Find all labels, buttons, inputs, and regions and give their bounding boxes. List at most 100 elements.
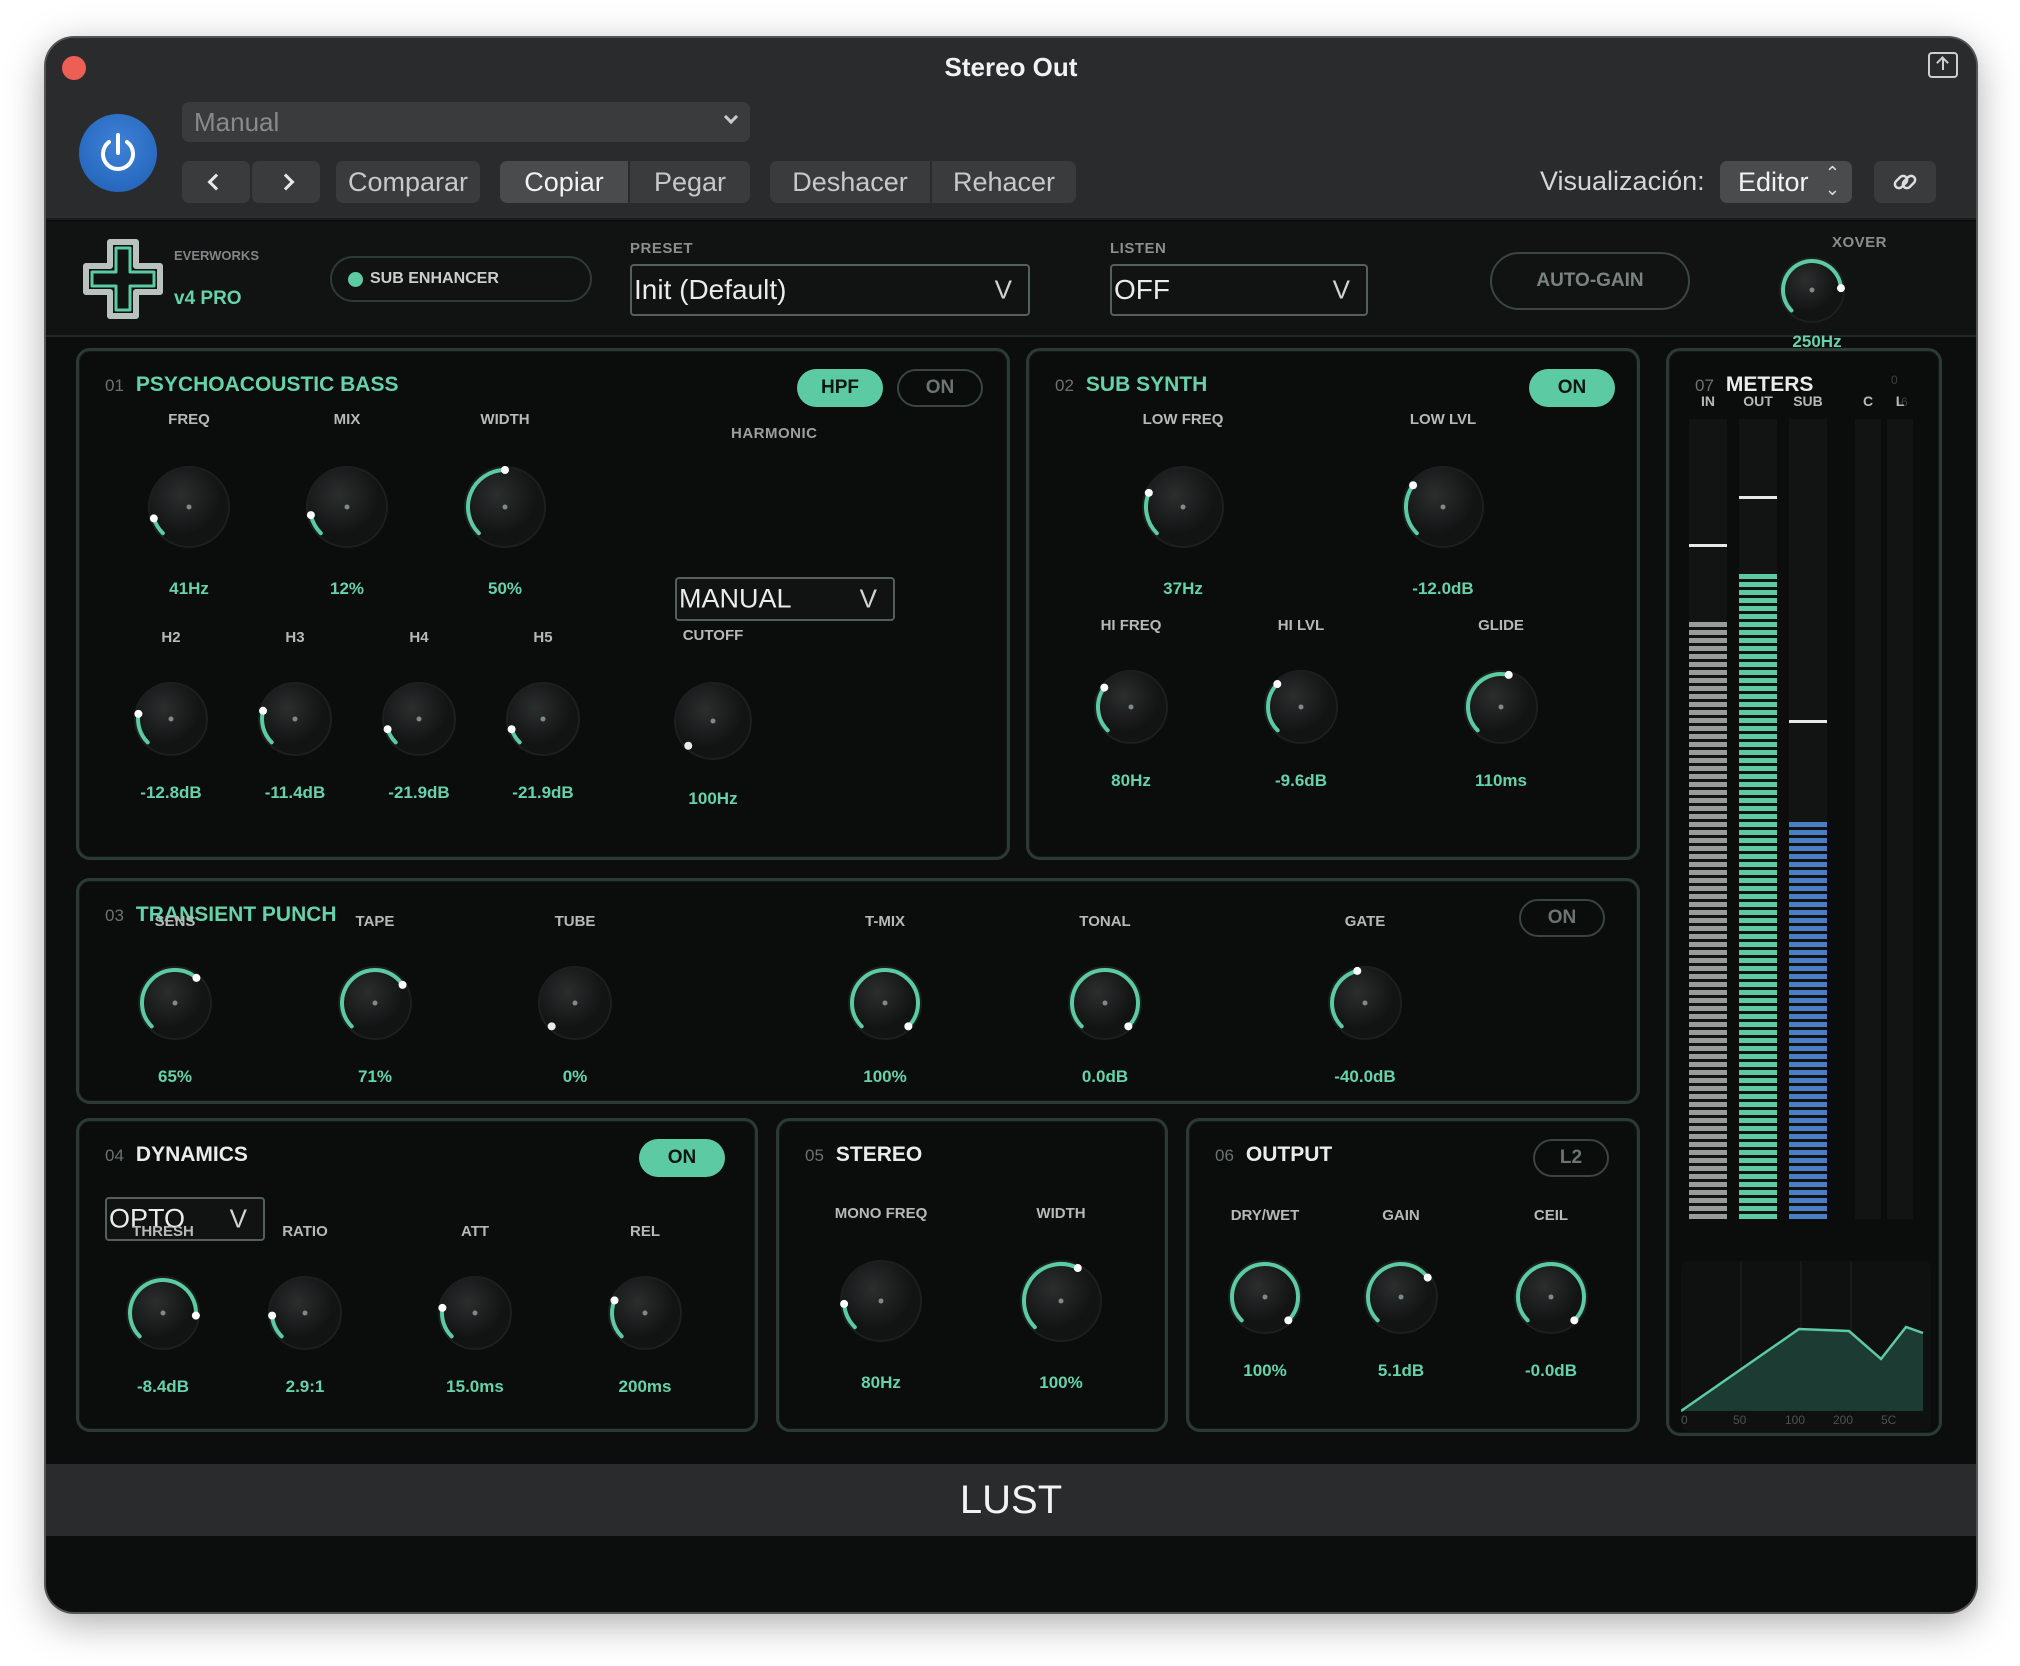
stereo-width-knob[interactable]: WIDTH 100% [1020, 1205, 1102, 1392]
dynamics-att-knob[interactable]: ATT 15.0ms [438, 1223, 512, 1396]
knob-label: TONAL [1079, 913, 1131, 930]
stereo-mono-freq-knob[interactable]: MONO FREQ 80Hz [835, 1205, 928, 1392]
dynamics-rel-knob[interactable]: REL 200ms [608, 1223, 682, 1396]
psycho-h2-knob[interactable]: H2 -12.8dB [134, 629, 208, 802]
subsynth-low-lvl-knob[interactable]: LOW LVL -12.0dB [1402, 411, 1484, 598]
copy-button[interactable]: Copiar [500, 161, 628, 203]
harmonic-dropdown[interactable]: MANUAL V [675, 577, 895, 621]
preset-label: PRESET [630, 240, 694, 257]
power-icon [101, 133, 135, 171]
subsynth-low-freq-knob[interactable]: LOW FREQ 37Hz [1142, 411, 1224, 598]
transient-t-mix-knob[interactable]: T-MIX 100% [848, 913, 922, 1086]
knob-value: 71% [357, 1067, 393, 1086]
output-dry-wet-knob[interactable]: DRY/WET 100% [1228, 1207, 1302, 1380]
window-title: Stereo Out [944, 52, 1078, 82]
knob-label: GATE [1344, 913, 1386, 930]
sub-synth-on-toggle[interactable]: ON [1529, 369, 1615, 407]
knob-value: 2.9:1 [285, 1377, 325, 1396]
transient-on-toggle[interactable]: ON [1519, 899, 1605, 937]
meter-column-label: L [1895, 393, 1905, 409]
bypass-power-button[interactable] [79, 114, 157, 192]
subsynth-hi-freq-knob[interactable]: HI FREQ 80Hz [1094, 617, 1168, 790]
freq-tick-label: 100 [1785, 1413, 1806, 1427]
psycho-cutoff-knob[interactable]: CUTOFF 100Hz [674, 627, 752, 808]
brand-maker: EVERWORKS [174, 248, 259, 263]
transient-tonal-knob[interactable]: TONAL 0.0dB [1068, 913, 1142, 1086]
knob-value: 100% [1039, 1373, 1083, 1392]
sub-enhancer-badge[interactable]: SUB ENHANCER [330, 256, 592, 302]
link-button[interactable] [1874, 161, 1936, 203]
redo-button[interactable]: Rehacer [932, 161, 1076, 203]
chevron-down-icon: V [994, 274, 1012, 305]
link-icon [1893, 174, 1917, 190]
dynamics-on-toggle[interactable]: ON [639, 1139, 725, 1177]
output-ceil-knob[interactable]: CEIL -0.0dB [1514, 1207, 1588, 1380]
output-gain-knob[interactable]: GAIN 5.1dB [1364, 1207, 1438, 1380]
psycho-h4-knob[interactable]: H4 -21.9dB [382, 629, 456, 802]
xover-label: XOVER [1832, 234, 1888, 251]
transient-sens-knob[interactable]: SENS 65% [138, 913, 212, 1086]
view-label: Visualización: [1540, 166, 1705, 196]
stereo-panel: 05 STEREO MONO FREQ 80Hz WIDTH 100% [776, 1118, 1168, 1432]
knob-value: 200ms [618, 1377, 672, 1396]
psycho-h5-knob[interactable]: H5 -21.9dB [506, 629, 580, 802]
psycho-freq-knob[interactable]: FREQ 41Hz [148, 411, 230, 598]
sub-synth-panel: 02 SUB SYNTH ON LOW FREQ 37Hz LOW LVL -12.0… [1026, 348, 1640, 860]
l2-toggle[interactable]: L2 [1533, 1139, 1609, 1177]
dynamics-thresh-knob[interactable]: THRESH -8.4dB [126, 1223, 200, 1396]
psychoacoustic-bass-panel: 01 PSYCHOACOUSTIC BASS HPF ON HARMONIC MA… [76, 348, 1010, 860]
knob-label: RATIO [282, 1223, 328, 1240]
knob-value: -0.0dB [1525, 1361, 1577, 1380]
knob-label: MONO FREQ [834, 1205, 928, 1222]
transient-tube-knob[interactable]: TUBE 0% [538, 913, 612, 1086]
paste-button[interactable]: Pegar [630, 161, 750, 203]
hpf-toggle[interactable]: HPF [797, 369, 883, 407]
meter-track-sub [1789, 419, 1827, 1219]
auto-gain-button[interactable]: AUTO-GAIN [1490, 252, 1690, 310]
dynamics-panel: 04 DYNAMICS ON OPTO V THRESH -8.4dB RATIO 2… [76, 1118, 758, 1432]
meters-panel: 07 METERS 0 -6 IN OUT SUB C L 0 50 100 200 5C [1666, 348, 1942, 1436]
psycho-h3-knob[interactable]: H3 -11.4dB [258, 629, 332, 802]
transient-gate-knob[interactable]: GATE -40.0dB [1328, 913, 1402, 1086]
knob-value: -21.9dB [512, 783, 574, 802]
harmonic-label: HARMONIC [731, 425, 818, 442]
knob-label: T-MIX [865, 913, 905, 930]
panel-title: 05 STEREO [805, 1143, 923, 1166]
host-preset-select[interactable]: Manual [182, 102, 750, 142]
knob-label: CEIL [1533, 1207, 1569, 1224]
knob-value: 15.0ms [446, 1377, 504, 1396]
meter-level-sub [1789, 819, 1827, 1219]
knob-label: TAPE [355, 913, 395, 930]
preset-dropdown[interactable]: Init (Default) V [630, 264, 1030, 316]
psycho-width-knob[interactable]: WIDTH 50% [464, 411, 546, 598]
chevron-down-icon: V [859, 583, 877, 614]
prev-preset-button[interactable] [182, 161, 250, 203]
meter-peak-sub [1789, 720, 1827, 723]
everworks-logo [83, 239, 163, 319]
knob-label: H5 [533, 629, 553, 646]
sub-enhancer-label: SUB ENHANCER [370, 270, 499, 287]
undo-button[interactable]: Deshacer [770, 161, 930, 203]
psycho-mix-knob[interactable]: MIX 12% [306, 411, 388, 598]
knob-value: -40.0dB [1334, 1067, 1396, 1086]
harmonic-value: MANUAL [679, 583, 792, 614]
chevron-left-icon [207, 173, 225, 191]
knob-label: ATT [460, 1223, 490, 1240]
psycho-on-toggle[interactable]: ON [897, 369, 983, 407]
listen-dropdown[interactable]: OFF V [1110, 264, 1368, 316]
subsynth-hi-lvl-knob[interactable]: HI LVL -9.6dB [1264, 617, 1338, 790]
preset-value: Init (Default) [634, 274, 787, 305]
compare-button[interactable]: Comparar [336, 161, 480, 203]
xover-knob[interactable] [1779, 257, 1850, 328]
subsynth-glide-knob[interactable]: GLIDE 110ms [1464, 617, 1538, 790]
share-icon[interactable] [1928, 52, 1958, 78]
transient-tape-knob[interactable]: TAPE 71% [338, 913, 412, 1086]
meter-scale-top: 0 [1891, 373, 1898, 387]
knob-label: LOW LVL [1409, 411, 1477, 428]
meter-level-in [1689, 619, 1727, 1219]
knob-value: 65% [157, 1067, 193, 1086]
panel-title: 06 OUTPUT [1215, 1143, 1333, 1166]
dynamics-ratio-knob[interactable]: RATIO 2.9:1 [268, 1223, 342, 1396]
next-preset-button[interactable] [252, 161, 320, 203]
view-select[interactable]: Editor ⌃ ⌄ [1720, 161, 1852, 203]
